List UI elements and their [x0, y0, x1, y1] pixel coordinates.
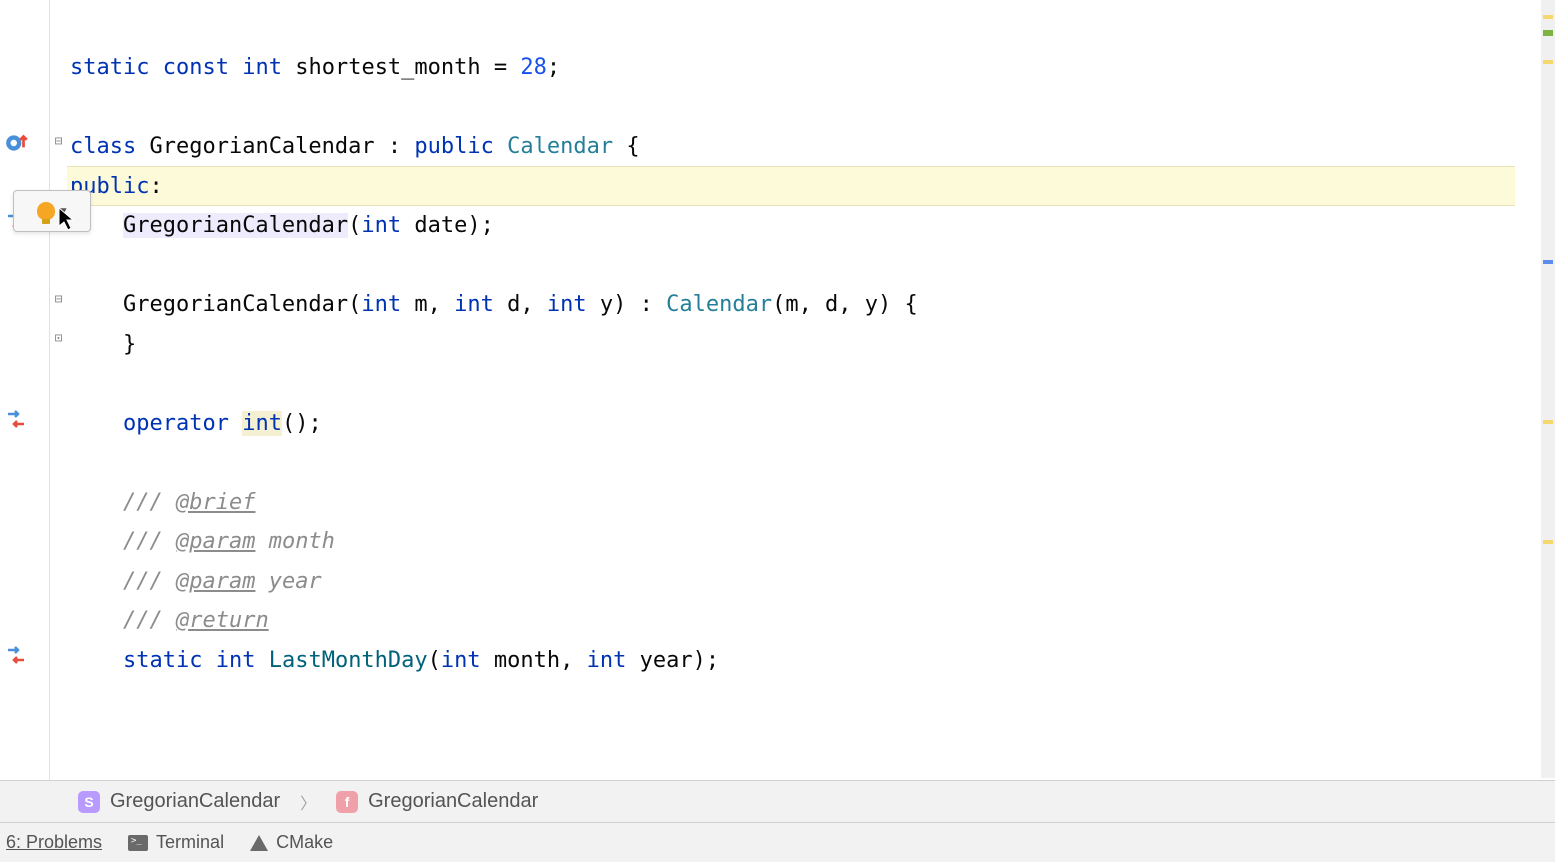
scrollbar-marker[interactable]: [1543, 60, 1553, 64]
scrollbar-marker[interactable]: [1543, 260, 1553, 264]
struct-badge-icon: S: [78, 791, 100, 813]
code-line[interactable]: static int LastMonthDay(int month, int y…: [70, 641, 1555, 681]
related-problem-icon[interactable]: [4, 408, 28, 432]
code-line[interactable]: class GregorianCalendar : public Calenda…: [70, 127, 1555, 167]
code-line[interactable]: operator int();: [70, 404, 1555, 444]
fold-gutter[interactable]: ⊟ ⊟ ⊡: [50, 0, 67, 780]
breadcrumb-struct-item[interactable]: S GregorianCalendar: [78, 790, 280, 813]
chevron-right-icon: 〉: [300, 790, 316, 814]
code-line[interactable]: [70, 443, 1555, 483]
breadcrumb-label: GregorianCalendar: [110, 790, 280, 813]
scrollbar-marker[interactable]: [1543, 540, 1553, 544]
breadcrumb-bar: S GregorianCalendar 〉 f GregorianCalenda…: [0, 780, 1555, 822]
override-indicator-icon[interactable]: [4, 130, 30, 156]
terminal-tool-button[interactable]: Terminal: [128, 832, 224, 853]
code-line[interactable]: GregorianCalendar(int date);: [70, 206, 1555, 246]
problems-tool-button[interactable]: 6: Problems: [6, 832, 102, 853]
code-line[interactable]: public:: [70, 167, 1555, 207]
editor-gutter[interactable]: [0, 0, 50, 780]
fold-toggle-icon[interactable]: ⊟: [52, 293, 65, 306]
bulb-icon: [37, 202, 55, 220]
terminal-icon: [128, 835, 148, 851]
vertical-scrollbar[interactable]: [1541, 0, 1555, 778]
tool-window-bar: 6: Problems Terminal CMake: [0, 822, 1555, 862]
scrollbar-marker[interactable]: [1543, 420, 1553, 424]
tool-label: 6: Problems: [6, 832, 102, 853]
function-badge-icon: f: [336, 791, 358, 813]
fold-toggle-icon[interactable]: ⊟: [52, 135, 65, 148]
breadcrumb-function-item[interactable]: f GregorianCalendar: [336, 790, 538, 813]
tool-label: Terminal: [156, 832, 224, 853]
code-line[interactable]: GregorianCalendar(int m, int d, int y) :…: [70, 285, 1555, 325]
code-line[interactable]: /// @param year: [70, 562, 1555, 602]
related-problem-icon[interactable]: [4, 644, 28, 668]
fold-end-icon[interactable]: ⊡: [52, 332, 65, 345]
scrollbar-marker[interactable]: [1543, 30, 1553, 36]
tool-label: CMake: [276, 832, 333, 853]
scrollbar-marker[interactable]: [1543, 15, 1553, 19]
code-editor[interactable]: static const int shortest_month = 28; cl…: [67, 0, 1555, 780]
code-line[interactable]: /// @return: [70, 601, 1555, 641]
intention-bulb-button[interactable]: ▼: [13, 190, 91, 232]
code-line[interactable]: [70, 246, 1555, 286]
code-line[interactable]: static const int shortest_month = 28;: [70, 48, 1555, 88]
chevron-down-icon: ▼: [59, 204, 66, 218]
code-line[interactable]: }: [70, 325, 1555, 365]
breadcrumb-label: GregorianCalendar: [368, 790, 538, 813]
code-line[interactable]: [70, 364, 1555, 404]
code-line[interactable]: [70, 88, 1555, 128]
code-line[interactable]: /// @param month: [70, 522, 1555, 562]
cmake-icon: [250, 835, 268, 851]
cmake-tool-button[interactable]: CMake: [250, 832, 333, 853]
code-line[interactable]: /// @brief: [70, 483, 1555, 523]
